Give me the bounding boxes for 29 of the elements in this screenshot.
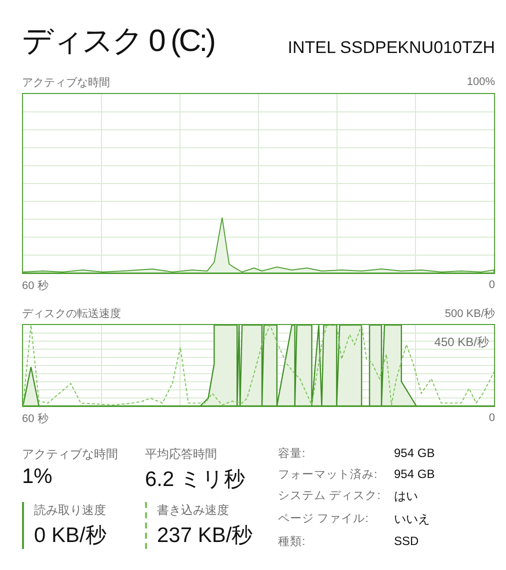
stat-label: アクティブな時間 — [22, 446, 119, 463]
axis-end-label: 0 — [488, 412, 495, 424]
property-value: いいえ — [394, 511, 431, 528]
stat-label: 読み取り速度 — [34, 502, 107, 518]
chart-title: アクティブな時間 — [22, 76, 110, 90]
stat-label: 書き込み速度 — [157, 502, 230, 518]
time-span-label: 60 秒 — [22, 412, 48, 426]
property-value: SSD — [394, 534, 420, 549]
stat-label: 平均応答時間 — [145, 446, 218, 463]
axis-end-label: 0 — [488, 279, 495, 291]
property-label: 種類: — [278, 534, 306, 549]
property-label: フォーマット済み: — [278, 468, 378, 482]
chart-max-label: 100% — [466, 76, 495, 88]
property-label: ページ ファイル: — [278, 512, 370, 527]
stat-value: 0 KB/秒 — [34, 522, 108, 548]
disk-title: ディスク 0 (C:) — [22, 22, 214, 60]
property-value: はい — [394, 488, 419, 505]
property-label: システム ディスク: — [278, 489, 382, 504]
time-span-label: 60 秒 — [22, 278, 48, 292]
property-value: 954 GB — [394, 467, 435, 482]
stat-value: 1% — [22, 465, 54, 489]
stat-value: 6.2 ミリ秒 — [145, 467, 246, 493]
graph-scale-label: 450 KB/秒 — [434, 334, 489, 351]
stat-value: 237 KB/秒 — [157, 522, 254, 548]
disk-model: INTEL SSDPEKNU010TZH — [288, 38, 495, 58]
property-value: 954 GB — [394, 446, 435, 461]
chart-title: ディスクの転送速度 — [22, 306, 121, 320]
chart-max-label: 500 KB/秒 — [444, 306, 495, 320]
property-label: 容量: — [278, 446, 306, 461]
